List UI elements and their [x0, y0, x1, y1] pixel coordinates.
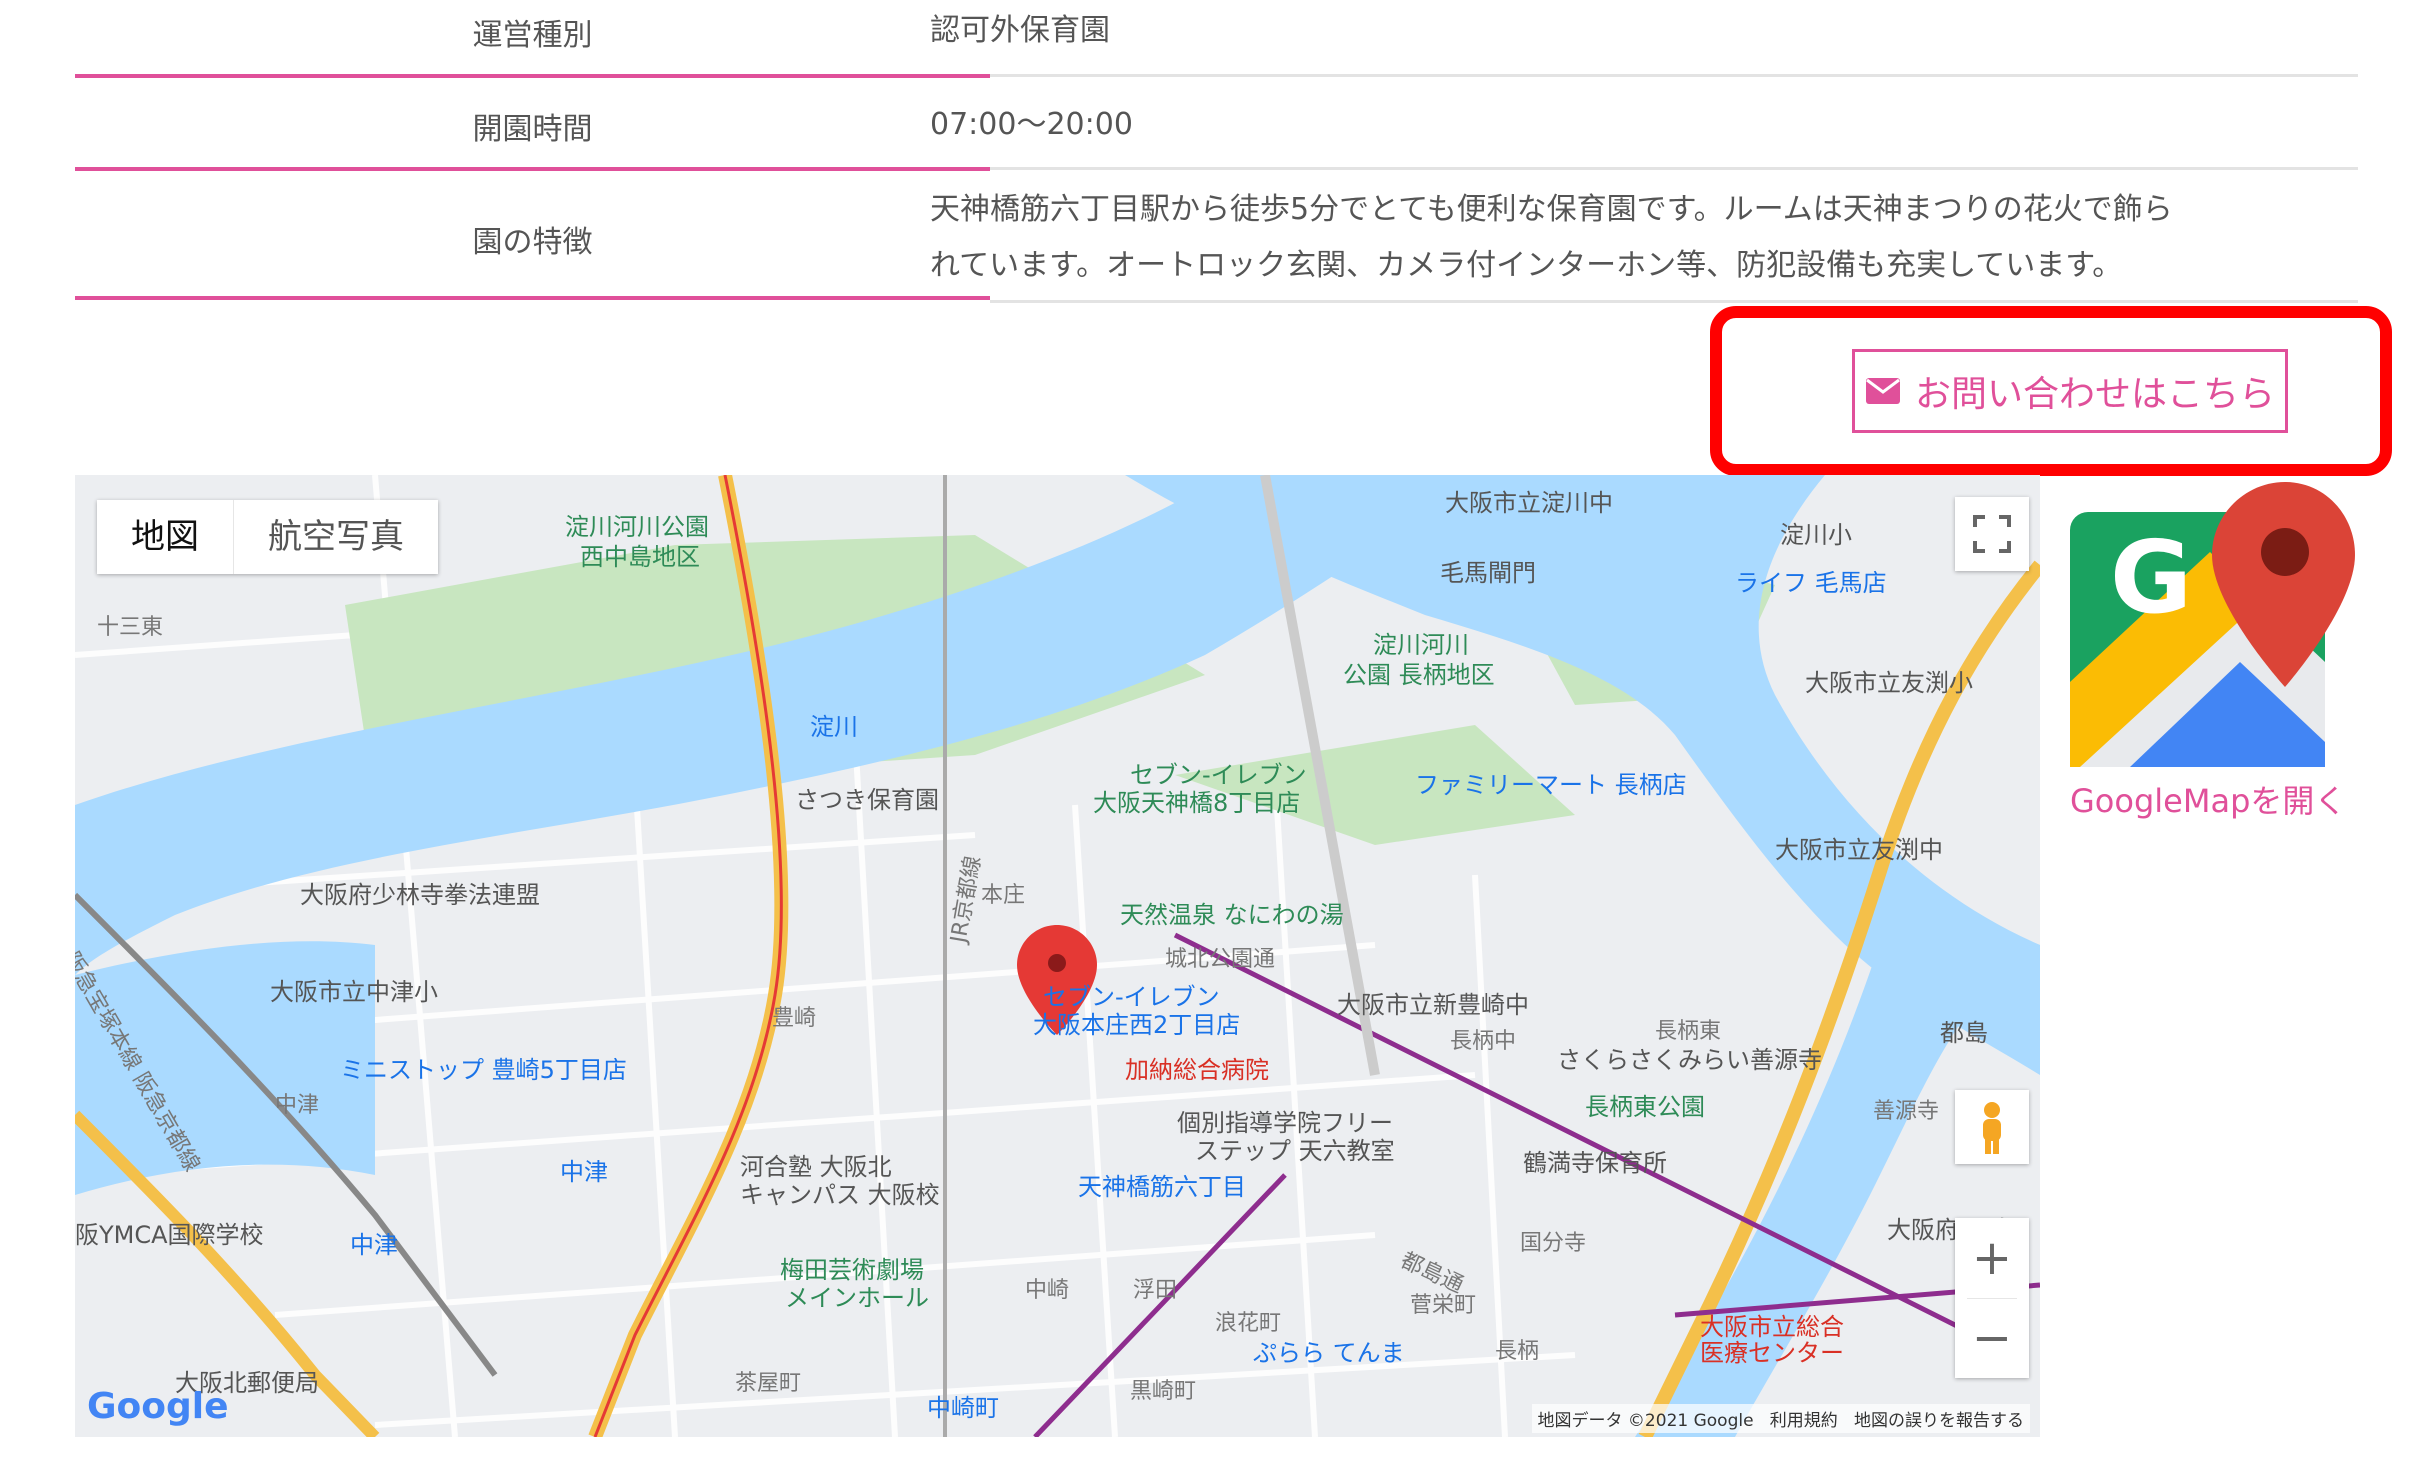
map-label: 中津: [275, 1093, 320, 1118]
map-label: メインホール: [785, 1284, 929, 1312]
divider-pink: [75, 74, 990, 78]
contact-button-label: お問い合わせはこちら: [1914, 374, 2275, 415]
map-label: 十三東: [97, 615, 164, 640]
google-maps-link-label[interactable]: GoogleMapを開く: [2070, 776, 2346, 822]
map-label: 天神橋筋六丁目: [1078, 1173, 1246, 1201]
map-label: ステップ 天六教室: [1195, 1137, 1395, 1165]
svg-text:G: G: [2110, 519, 2192, 636]
map-label: 医療センター: [1700, 1339, 1844, 1367]
map-label: 加納総合病院: [1125, 1056, 1269, 1084]
map-label: 浮田: [1133, 1278, 1178, 1303]
map-label: 豊崎: [772, 1006, 817, 1031]
info-value: 07:00〜20:00: [930, 107, 1133, 142]
divider-pink: [75, 296, 990, 300]
map-label: 大阪市立新豊崎中: [1337, 991, 1529, 1019]
zoom-in-button[interactable]: +: [1955, 1218, 2029, 1298]
divider-gray: [990, 300, 2358, 303]
map-label: 淀川小: [1780, 521, 1852, 549]
embedded-map[interactable]: 淀川河川公園 西中島地区 大阪市立淀川中 淀川小 毛馬閘門 ライフ 毛馬店 十三…: [75, 475, 2040, 1437]
map-label: 黒崎町: [1130, 1379, 1197, 1404]
map-label: 善源寺: [1873, 1099, 1940, 1124]
map-label: さくらさくみらい善源寺: [1557, 1046, 1822, 1074]
map-type-satellite-tab[interactable]: 航空写真: [233, 500, 438, 574]
map-label: 阪YMCA国際学校: [75, 1221, 264, 1249]
info-value-line-2: れています。オートロック玄関、カメラ付インターホン等、防犯設備も充実しています。: [930, 248, 2123, 283]
zoom-divider: [1967, 1298, 2017, 1299]
map-label: 中津: [350, 1231, 398, 1259]
map-label: 公園 長柄地区: [1343, 661, 1495, 689]
map-type-map-tab[interactable]: 地図: [97, 500, 233, 574]
map-label: 国分寺: [1520, 1231, 1587, 1256]
zoom-control: + −: [1955, 1218, 2029, 1378]
map-label: 本庄: [981, 883, 1026, 908]
fullscreen-icon: [1973, 515, 2011, 553]
map-label: 長柄中: [1450, 1029, 1517, 1054]
map-label: ファミリーマート 長柄店: [1415, 771, 1687, 799]
map-label: 西中島地区: [580, 543, 700, 571]
info-value-line-1: 天神橋筋六丁目駅から徒歩5分でとても便利な保育園です。ルームは天神まつりの花火で…: [930, 192, 2173, 227]
google-maps-link[interactable]: G: [2070, 482, 2355, 771]
street-view-button[interactable]: [1955, 1090, 2029, 1164]
map-label: 天然温泉 なにわの湯: [1120, 901, 1344, 929]
contact-button[interactable]: お問い合わせはこちら: [1852, 349, 2288, 433]
terms-link[interactable]: 利用規約: [1770, 1411, 1838, 1431]
info-value: 認可外保育園: [930, 13, 1110, 48]
map-label: 長柄: [1495, 1339, 1540, 1364]
map-label: 城北公園通: [1165, 947, 1276, 972]
map-label: ライフ 毛馬店: [1735, 569, 1887, 597]
report-error-link[interactable]: 地図の誤りを報告する: [1854, 1411, 2024, 1431]
divider-pink: [75, 167, 990, 171]
map-label: 中津: [560, 1158, 608, 1186]
divider-gray: [990, 167, 2358, 170]
map-label: 大阪市立淀川中: [1445, 489, 1613, 517]
google-maps-icon: G: [2070, 482, 2355, 767]
map-label: 毛馬閘門: [1440, 559, 1536, 587]
map-label: 中崎町: [927, 1394, 999, 1422]
map-data-credit: 地図データ ©2021 Google: [1537, 1411, 1754, 1431]
map-label: ぷらら てんま: [1253, 1339, 1405, 1367]
map-label: 大阪天神橋8丁目店: [1093, 789, 1301, 817]
pegman-icon: [1983, 1102, 2001, 1154]
map-label: 長柄東公園: [1585, 1093, 1705, 1121]
google-logo[interactable]: Google: [87, 1386, 229, 1427]
map-label: 都島: [1940, 1019, 1988, 1047]
map-label: 鶴満寺保育所: [1523, 1149, 1667, 1177]
map-label: 大阪市立友渕中: [1775, 836, 1943, 864]
map-label: 茶屋町: [735, 1371, 802, 1396]
fullscreen-button[interactable]: [1955, 497, 2029, 571]
map-label: さつき保育園: [795, 786, 939, 814]
map-label: 大阪市立友渕小: [1805, 669, 1973, 697]
info-label: 園の特徴: [472, 225, 593, 260]
map-label: 中崎: [1025, 1278, 1070, 1303]
envelope-icon: [1865, 378, 1900, 404]
map-type-control: 地図 航空写真: [97, 500, 438, 574]
map-label: 大阪府少林寺拳法連盟: [300, 881, 540, 909]
map-label: 大阪市立中津小: [270, 978, 438, 1006]
info-label: 開園時間: [472, 112, 593, 147]
info-label: 運営種別: [472, 18, 593, 53]
map-label: ミニストップ 豊崎5丁目店: [340, 1056, 627, 1084]
zoom-out-button[interactable]: −: [1955, 1298, 2029, 1378]
divider-gray: [990, 74, 2358, 77]
map-label: 大阪本庄西2丁目店: [1033, 1011, 1241, 1039]
map-label: キャンパス 大阪校: [740, 1181, 940, 1209]
map-label: 淀川: [810, 713, 858, 741]
map-attribution: 地図データ ©2021 Google 利用規約 地図の誤りを報告する: [1531, 1404, 2030, 1433]
google-logo-text: Google: [87, 1386, 229, 1427]
